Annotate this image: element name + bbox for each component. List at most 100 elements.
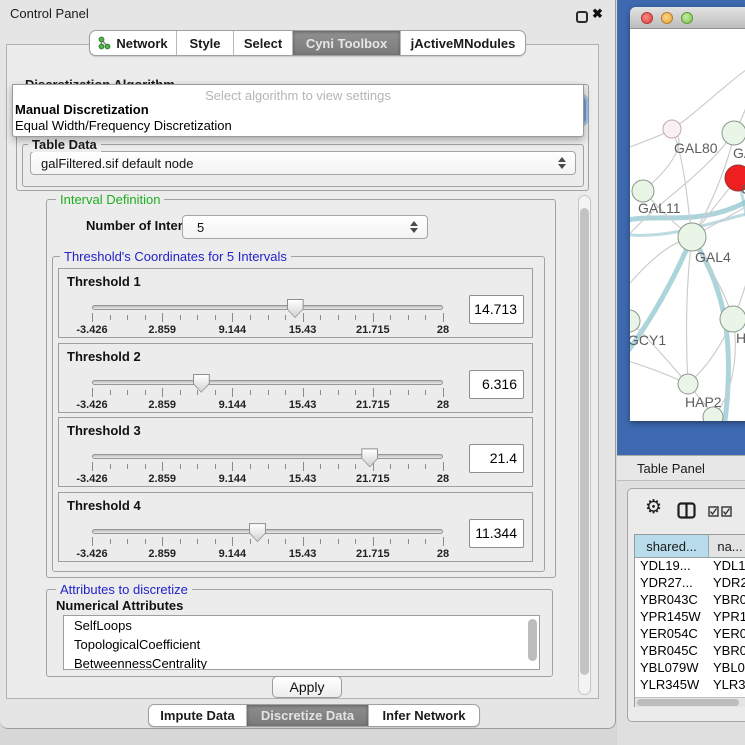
tab-select[interactable]: Select [233, 31, 292, 55]
number-of-intervals-combo[interactable]: 5 [182, 215, 428, 239]
table-row[interactable]: YBL079WYBL0 [635, 660, 745, 677]
gear-icon[interactable]: ⚙ [645, 496, 662, 518]
node-attribute-table[interactable]: shared...na... YDL19...YDL1YDR27...YDR2Y… [634, 534, 745, 707]
combo-stepper-icon [410, 221, 418, 233]
apply-button[interactable]: Apply [272, 676, 342, 698]
network-canvas[interactable]: GAL80GACGAL11GAL4GCY1HHAP2 [630, 29, 745, 421]
network-node[interactable] [722, 121, 745, 145]
content-scrollbar[interactable] [578, 195, 591, 695]
table-row[interactable]: YDL19...YDL1 [635, 558, 745, 575]
attribute-list-item[interactable]: TopologicalCoefficient [64, 635, 539, 654]
attribute-list-item[interactable]: SelfLoops [64, 616, 539, 635]
cell-shared-name: YBL079W [635, 660, 709, 677]
table-data-combo[interactable]: galFiltered.sif default node [30, 151, 576, 175]
tab-jactivemnodules[interactable]: jActiveMNodules [400, 31, 525, 55]
cell-shared-name: YDL19... [635, 558, 709, 575]
slider-ticks [92, 313, 443, 323]
network-node[interactable] [678, 223, 706, 251]
cell-name: YER0 [709, 626, 745, 643]
scrollbar-thumb[interactable] [637, 699, 739, 706]
table-header-row: shared...na... [635, 535, 745, 558]
table-row[interactable]: YPR145WYPR1 [635, 609, 745, 626]
column-header[interactable]: shared... [635, 535, 709, 557]
network-node[interactable] [720, 306, 745, 332]
cell-shared-name: YLR345W [635, 677, 709, 694]
algorithm-prompt: Select algorithm to view settings [13, 85, 583, 102]
close-icon[interactable]: ✖ [592, 6, 603, 22]
slider-tick-labels: -3.4262.8599.14415.4321.71528 [92, 473, 443, 486]
node-label: GAL4 [695, 249, 731, 265]
table-row[interactable]: YER054CYER0 [635, 626, 745, 643]
cell-name: YBL0 [709, 660, 745, 677]
threshold-value-field[interactable]: 14.713 [469, 295, 524, 324]
mac-close-icon[interactable] [641, 12, 653, 24]
slider-ticks [92, 462, 443, 472]
slider-track[interactable] [92, 305, 443, 310]
tab-impute-data[interactable]: Impute Data [149, 705, 246, 726]
tab-network[interactable]: Network [90, 31, 176, 55]
cell-shared-name: YER054C [635, 626, 709, 643]
threshold-slider[interactable]: -3.4262.8599.14415.4321.71528 [92, 372, 443, 412]
tab-cyni-toolbox[interactable]: Cyni Toolbox [292, 31, 400, 55]
tab-style[interactable]: Style [176, 31, 233, 55]
algorithm-option[interactable]: Equal Width/Frequency Discretization [13, 118, 583, 134]
slider-track[interactable] [92, 380, 443, 385]
slider-track[interactable] [92, 529, 443, 534]
scrollbar-thumb[interactable] [580, 208, 589, 675]
threshold-value-field[interactable]: 21.4 [469, 444, 524, 473]
column-selector-icon[interactable] [677, 502, 696, 524]
float-panel-icon[interactable] [576, 11, 588, 23]
checkbox-icons[interactable] [708, 506, 732, 517]
node-label: HAP2 [685, 394, 722, 410]
list-scrollbar[interactable] [528, 619, 537, 661]
threshold-slider[interactable]: -3.4262.8599.14415.4321.71528 [92, 297, 443, 337]
threshold-slider[interactable]: -3.4262.8599.14415.4321.71528 [92, 446, 443, 486]
tab-infer-network[interactable]: Infer Network [368, 705, 479, 726]
control-panel-window: Control Panel ✖ Network Style Select Cyni T… [0, 0, 616, 729]
mac-zoom-icon[interactable] [681, 12, 693, 24]
panel-title: Control Panel [10, 6, 89, 21]
network-node[interactable] [678, 374, 698, 394]
control-panel-titlebar: Control Panel ✖ [0, 0, 615, 26]
node-label: GAL80 [674, 140, 718, 156]
node-label: H [736, 330, 745, 346]
threshold-slider[interactable]: -3.4262.8599.14415.4321.71528 [92, 521, 443, 561]
table-panel-title: Table Panel [637, 461, 705, 476]
tab-label: Style [189, 36, 220, 51]
threshold-panel: Threshold 2 -3.4262.8599.14415.4321.71528… [58, 343, 533, 413]
attribute-list-item[interactable]: BetweennessCentrality [64, 654, 539, 670]
table-body: YDL19...YDL1YDR27...YDR2YBR043CYBR0YPR14… [635, 558, 745, 707]
table-horizontal-scrollbar[interactable] [635, 697, 745, 707]
slider-track[interactable] [92, 454, 443, 459]
cell-shared-name: YPR145W [635, 609, 709, 626]
slider-ticks [92, 388, 443, 398]
mac-minimize-icon[interactable] [661, 12, 673, 24]
bottom-tab-bar: Impute Data Discretize Data Infer Network [148, 704, 480, 727]
threshold-label: Threshold 1 [67, 274, 141, 289]
column-header[interactable]: na... [709, 535, 745, 557]
network-node[interactable] [663, 120, 681, 138]
tab-label: Impute Data [160, 708, 234, 723]
network-node[interactable] [632, 180, 654, 202]
algorithm-option[interactable]: Manual Discretization [13, 102, 583, 118]
algorithm-options: Manual DiscretizationEqual Width/Frequen… [13, 102, 583, 134]
thresholds-group: Threshold 1 -3.4262.8599.14415.4321.71528… [52, 256, 545, 572]
interval-definition-title: Interval Definition [56, 192, 164, 207]
table-row[interactable]: YBR043CYBR0 [635, 592, 745, 609]
threshold-value-field[interactable]: 6.316 [469, 370, 524, 399]
threshold-label: Threshold 4 [67, 498, 141, 513]
table-row[interactable]: YLR345WYLR3 [635, 677, 745, 694]
threshold-value-field[interactable]: 11.344 [469, 519, 524, 548]
tab-label: Cyni Toolbox [306, 36, 387, 51]
threshold-label: Threshold 3 [67, 423, 141, 438]
network-node[interactable] [630, 310, 640, 332]
table-row[interactable]: YDR27...YDR2 [635, 575, 745, 592]
tab-label: Infer Network [382, 708, 465, 723]
table-row[interactable]: YBR045CYBR0 [635, 643, 745, 660]
combo-stepper-icon [558, 157, 566, 169]
slider-ticks [92, 537, 443, 547]
numerical-attributes-list[interactable]: SelfLoopsTopologicalCoefficientBetweenne… [63, 615, 540, 670]
threshold-label: Threshold 2 [67, 349, 141, 364]
cell-name: YDL1 [709, 558, 745, 575]
tab-discretize-data[interactable]: Discretize Data [246, 705, 368, 726]
